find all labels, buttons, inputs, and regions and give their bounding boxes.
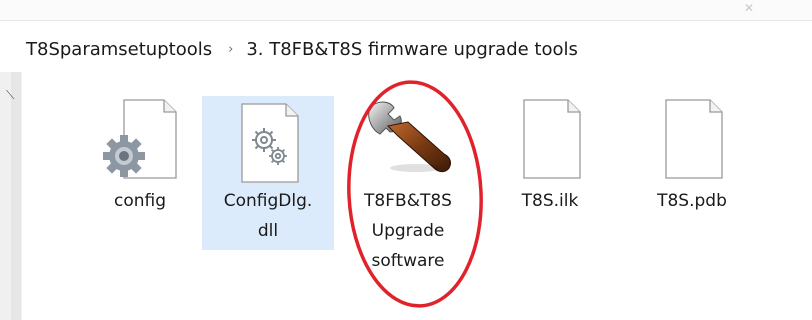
breadcrumb: T8Sparamsetuptools › 3. T8FB&T8S firmwar… xyxy=(0,26,812,72)
file-item-t8s-ilk[interactable]: T8S.ilk xyxy=(484,98,616,248)
breadcrumb-item-current[interactable]: 3. T8FB&T8S firmware upgrade tools xyxy=(246,39,578,60)
file-name: config xyxy=(113,191,167,211)
file-item-configdlg-dll[interactable]: ConfigDlg. dll xyxy=(202,96,334,250)
file-name: T8S.pdb xyxy=(657,191,727,211)
file-name: ConfigDlg. dll xyxy=(223,191,313,241)
blank-file-icon xyxy=(665,99,723,179)
breadcrumb-separator-icon: › xyxy=(228,41,234,57)
pane-divider[interactable] xyxy=(11,72,21,320)
wrench-icon xyxy=(368,101,451,173)
breadcrumb-item-root[interactable]: T8Sparamsetuptools xyxy=(26,39,212,60)
file-name: T8S.ilk xyxy=(521,191,579,211)
dll-gear-icon xyxy=(241,103,299,183)
file-item-config[interactable]: config xyxy=(74,98,206,248)
file-item-t8s-pdb[interactable]: T8S.pdb xyxy=(626,98,758,248)
address-bar-strip: ✕ xyxy=(0,0,812,21)
file-name: T8FB&T8S Upgrade software xyxy=(364,191,452,271)
expand-chevron-icon[interactable]: ⟍ xyxy=(6,88,14,103)
close-icon[interactable]: ✕ xyxy=(744,1,754,15)
settings-file-icon xyxy=(103,99,177,179)
file-item-upgrade-software[interactable]: T8FB&T8S Upgrade software xyxy=(342,98,474,288)
navigation-pane: ⟍ xyxy=(0,72,22,320)
blank-file-icon xyxy=(523,99,581,179)
